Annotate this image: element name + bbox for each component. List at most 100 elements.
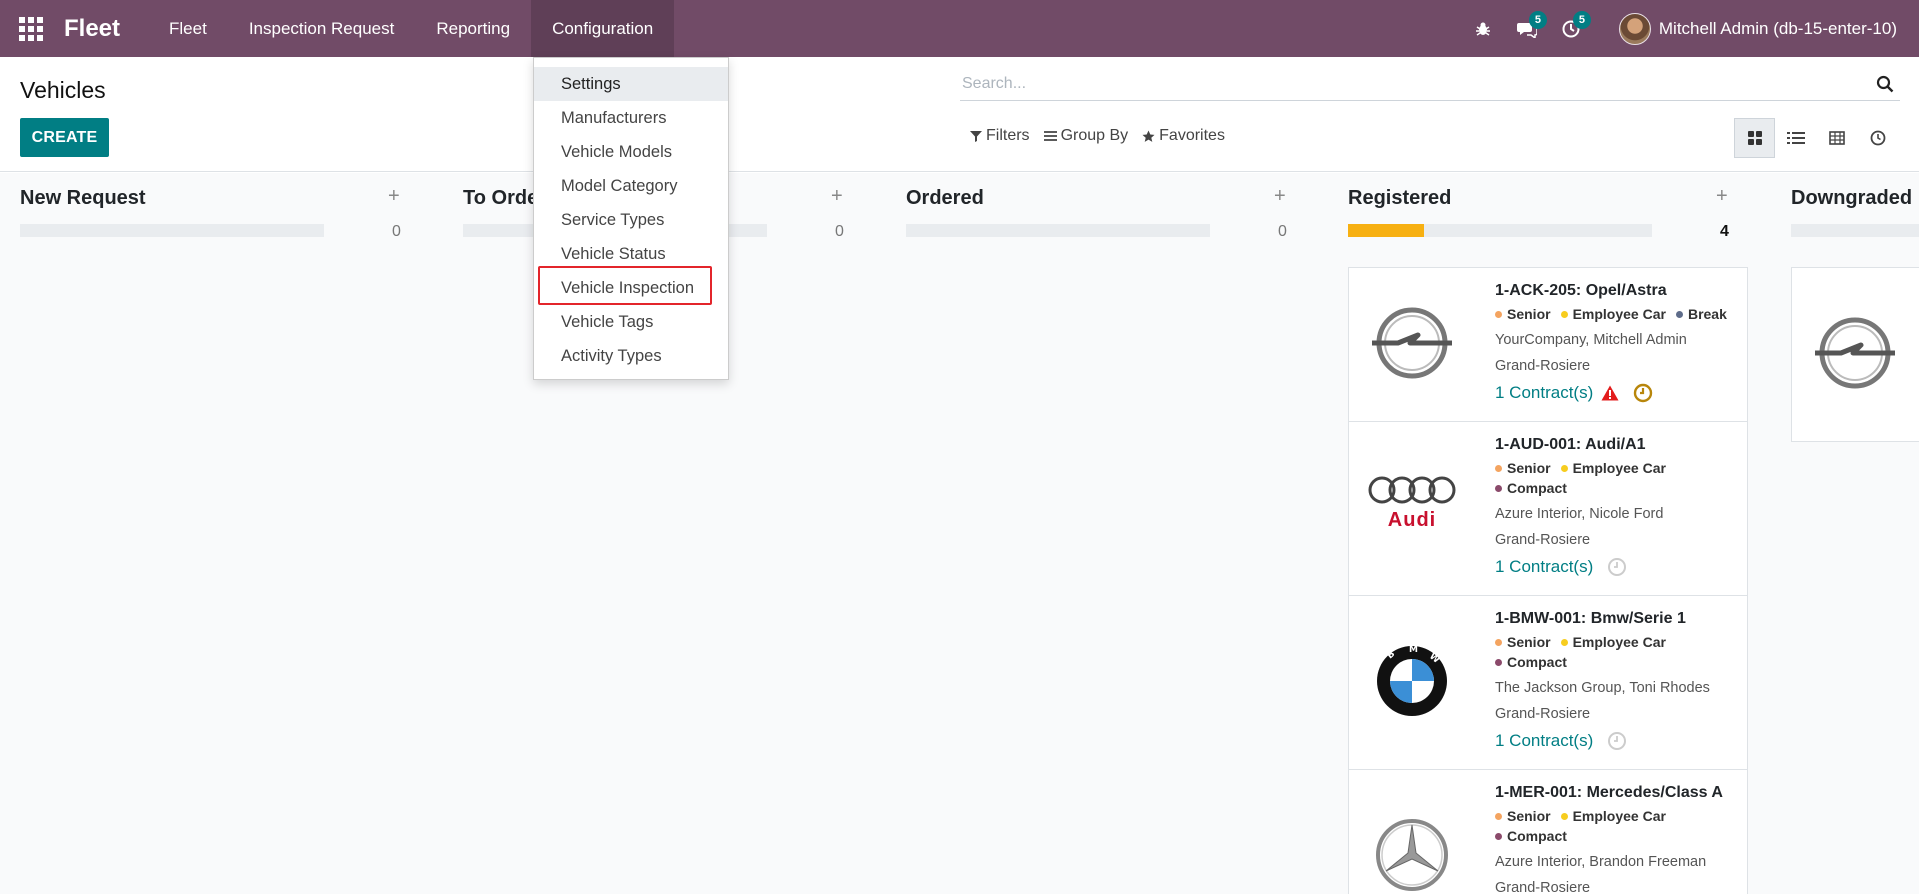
tag: Senior (1495, 306, 1551, 322)
vehicle-owner: Azure Interior, Brandon Freeman (1495, 854, 1707, 870)
highlight-box (538, 266, 712, 305)
kanban-board: New Request + 0 To Order + 0 Ordered + 0… (0, 173, 1919, 894)
dropdown-item-service-types[interactable]: Service Types (534, 203, 728, 237)
search-icon[interactable] (1876, 75, 1894, 93)
menu-configuration[interactable]: Configuration (531, 0, 675, 57)
activity-clock-icon[interactable] (1607, 557, 1627, 577)
vehicle-name: 1-AUD-001: Audi/A1 (1495, 436, 1646, 453)
column-progress-bar[interactable] (1791, 224, 1919, 237)
vehicle-owner: YourCompany, Mitchell Admin (1495, 332, 1687, 348)
tag: Employee Car (1560, 634, 1666, 650)
vehicle-location: Grand-Rosiere (1495, 358, 1591, 374)
dropdown-item-manufacturers[interactable]: Manufacturers (534, 101, 728, 135)
vehicle-name: 1-MER-001: Mercedes/Class A (1495, 784, 1723, 801)
page-title: Vehicles (20, 77, 106, 103)
tag: Compact (1495, 480, 1567, 496)
user-menu[interactable]: Mitchell Admin (db-15-enter-10) (1593, 12, 1919, 45)
messages-icon[interactable]: 5 (1505, 0, 1549, 57)
pivot-view-button[interactable] (1816, 118, 1857, 158)
contracts-link[interactable]: 1 Contract(s) (1495, 383, 1745, 403)
column-progress-bar[interactable] (1348, 224, 1652, 237)
opel-logo (1367, 298, 1457, 388)
quick-create-icon[interactable]: + (1274, 185, 1286, 208)
column-progress-bar[interactable] (20, 224, 324, 237)
menu-inspection-request[interactable]: Inspection Request (228, 0, 416, 57)
configuration-dropdown: Settings Manufacturers Vehicle Models Mo… (533, 57, 729, 380)
quick-create-icon[interactable]: + (388, 185, 400, 208)
dropdown-item-activity-types[interactable]: Activity Types (534, 339, 728, 373)
filters-label: Filters (986, 127, 1030, 144)
create-button[interactable]: CREATE (20, 118, 109, 157)
quick-create-icon[interactable]: + (831, 185, 843, 208)
favorites-label: Favorites (1159, 127, 1225, 144)
vehicle-tags: Senior Employee Car Compact (1495, 460, 1715, 496)
vehicle-card[interactable]: 1-MER-001: Mercedes/Class A Senior Emplo… (1348, 769, 1748, 894)
card-body: 1-BMW-001: Bmw/Serie 1 Senior Employee C… (1495, 610, 1745, 751)
vehicle-card[interactable]: Audi 1-AUD-001: Audi/A1 Senior Employee … (1348, 421, 1748, 596)
control-panel: Vehicles CREATE Search... Filters Group … (0, 57, 1919, 172)
card-body: 1-AUD-001: Audi/A1 Senior Employee Car C… (1495, 436, 1745, 577)
vehicle-owner: The Jackson Group, Toni Rhodes (1495, 680, 1710, 696)
quick-create-icon[interactable]: + (1716, 185, 1728, 208)
bug-icon[interactable] (1461, 0, 1505, 57)
list-view-button[interactable] (1775, 118, 1816, 158)
messages-badge: 5 (1528, 11, 1547, 29)
opel-logo (1810, 308, 1900, 398)
activity-view-button[interactable] (1857, 118, 1898, 158)
vehicle-name: 1-BMW-001: Bmw/Serie 1 (1495, 610, 1686, 627)
tag: Break (1675, 306, 1727, 322)
group-by-icon (1043, 131, 1057, 141)
kanban-icon (1747, 131, 1762, 145)
vehicle-card[interactable]: 1-ACK-205: Opel/Astra Senior Employee Ca… (1348, 267, 1748, 422)
group-by-label: Group By (1060, 127, 1129, 144)
card-body: 1-ACK-205: Opel/Astra Senior Employee Ca… (1495, 282, 1745, 403)
column-title: Ordered (906, 187, 984, 209)
activity-clock-icon[interactable] (1633, 383, 1653, 403)
group-by-button[interactable]: Group By (1043, 127, 1129, 145)
filter-icon (970, 131, 982, 142)
menu-fleet[interactable]: Fleet (148, 0, 228, 57)
tag: Employee Car (1560, 460, 1666, 476)
warning-icon (1601, 385, 1619, 401)
kanban-view-button[interactable] (1734, 118, 1775, 158)
tag: Senior (1495, 808, 1551, 824)
apps-menu-icon[interactable] (0, 0, 62, 57)
audi-wordmark: Audi (1387, 508, 1437, 531)
contracts-link[interactable]: 1 Contract(s) (1495, 557, 1745, 577)
filters-button[interactable]: Filters (970, 127, 1030, 145)
activities-clock-icon[interactable]: 5 (1549, 0, 1593, 57)
search-options: Filters Group By Favorites (970, 127, 1225, 145)
menu-reporting[interactable]: Reporting (415, 0, 531, 57)
vehicle-card[interactable]: BMW 1-BMW-001: Bmw/Serie 1 Senior Employ… (1348, 595, 1748, 770)
column-count: 0 (392, 223, 401, 240)
activities-badge: 5 (1572, 11, 1591, 29)
card-body: 1-MER-001: Mercedes/Class A Senior Emplo… (1495, 784, 1745, 894)
activity-clock-icon[interactable] (1607, 731, 1627, 751)
column-progress-bar[interactable] (906, 224, 1210, 237)
dropdown-item-model-category[interactable]: Model Category (534, 169, 728, 203)
column-count: 0 (1278, 223, 1287, 240)
star-icon (1142, 130, 1155, 142)
svg-text:M: M (1409, 645, 1418, 655)
vehicle-name: 1-ACK-205: Opel/Astra (1495, 282, 1667, 299)
app-brand[interactable]: Fleet (64, 15, 120, 43)
dropdown-item-settings[interactable]: Settings (534, 67, 728, 101)
column-title: Downgraded (1791, 187, 1913, 209)
search-input[interactable]: Search... (962, 75, 1026, 93)
bmw-logo: BMW (1367, 641, 1457, 721)
search-bar[interactable]: Search... (960, 69, 1900, 101)
tag: Senior (1495, 460, 1551, 476)
dropdown-item-vehicle-tags[interactable]: Vehicle Tags (534, 305, 728, 339)
column-count: 0 (835, 223, 844, 240)
contracts-label: 1 Contract(s) (1495, 557, 1594, 576)
contracts-link[interactable]: 1 Contract(s) (1495, 731, 1745, 751)
mercedes-logo (1367, 815, 1457, 894)
vehicle-card[interactable] (1791, 267, 1919, 442)
column-title: Registered (1348, 187, 1452, 209)
contracts-label: 1 Contract(s) (1495, 383, 1594, 402)
audi-logo: Audi (1367, 467, 1457, 537)
tag: Employee Car (1560, 808, 1666, 824)
favorites-button[interactable]: Favorites (1142, 127, 1225, 145)
dropdown-item-vehicle-models[interactable]: Vehicle Models (534, 135, 728, 169)
list-icon (1786, 132, 1805, 144)
